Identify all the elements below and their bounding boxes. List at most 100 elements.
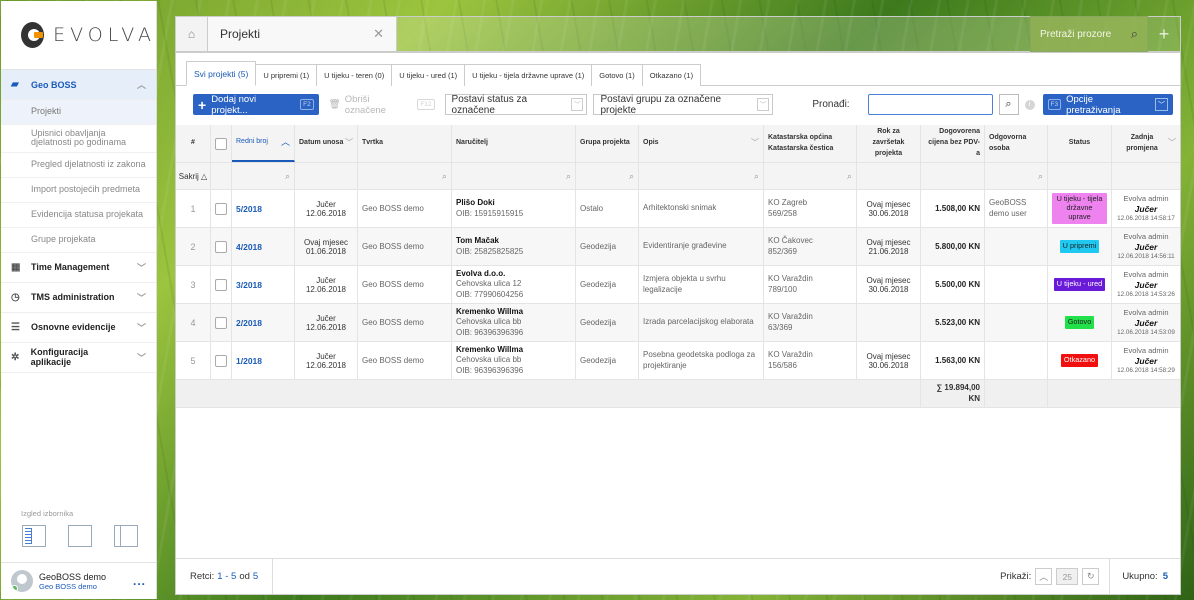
- row-desc: Posebna geodetska podloga za projektiran…: [639, 342, 764, 379]
- filter-ref[interactable]: ⌕: [232, 163, 295, 189]
- layout-compact-button[interactable]: [68, 525, 92, 547]
- row-checkbox[interactable]: [215, 202, 227, 215]
- set-status-select[interactable]: Postavi status za označene ﹀: [444, 94, 588, 116]
- tab-svi-projekti[interactable]: Svi projekti (5): [186, 61, 257, 86]
- nav-time-management[interactable]: ▦ Time Management ﹀: [1, 253, 156, 283]
- tab-u-tijeku-tijela[interactable]: U tijeku - tijela državne uprave (1): [464, 64, 593, 86]
- nav-item-projekti[interactable]: Projekti: [1, 100, 156, 125]
- col-date[interactable]: Datum unosa ﹀: [295, 125, 358, 162]
- col-client[interactable]: Naručitelj: [452, 125, 576, 162]
- row-ref[interactable]: 4/2018: [232, 228, 295, 265]
- search-windows-field[interactable]: Pretraži prozore ⌕: [1030, 16, 1148, 52]
- add-project-button[interactable]: + Dodaj novi projekt... F2: [193, 94, 319, 116]
- search-icon: ⌕: [1037, 170, 1043, 181]
- filter-date[interactable]: [295, 163, 358, 189]
- row-ref[interactable]: 5/2018: [232, 190, 295, 227]
- filter-desc[interactable]: ⌕: [639, 163, 764, 189]
- row-number-text: 4: [190, 317, 196, 328]
- search-options-button[interactable]: F3 Opcije pretraživanja ﹀: [1042, 94, 1173, 116]
- row-ref[interactable]: 1/2018: [232, 342, 295, 379]
- deadline-relative: Ovaj mjesec: [866, 275, 911, 285]
- nav-geo-boss[interactable]: ▰ Geo BOSS ︿: [1, 70, 156, 100]
- filter-owner[interactable]: ⌕: [985, 163, 1048, 189]
- select-all-checkbox[interactable]: [215, 137, 227, 150]
- add-window-button[interactable]: +: [1148, 16, 1181, 52]
- close-icon[interactable]: ✕: [373, 26, 384, 42]
- info-icon[interactable]: i: [1024, 99, 1035, 110]
- changed-timestamp: 12.06.2018 14:58:17: [1117, 214, 1175, 222]
- row-group: Geodezija: [576, 342, 639, 379]
- avatar[interactable]: [11, 570, 33, 592]
- tab-u-tijeku-teren[interactable]: U tijeku - teren (0): [316, 64, 393, 86]
- tab-otkazano[interactable]: Otkazano (1): [641, 64, 702, 86]
- tab-gotovo[interactable]: Gotovo (1): [591, 64, 643, 86]
- col-desc[interactable]: Opis ﹀: [639, 125, 764, 162]
- filter-changed[interactable]: [1112, 163, 1180, 189]
- row-checkbox[interactable]: [215, 240, 227, 253]
- table-row[interactable]: 3 3/2018 Jučer 12.06.2018 Geo BOSS demo Evolv…: [176, 266, 1180, 304]
- row-changed: Evolva admin Jučer 12.06.2018 14:56:11: [1112, 228, 1180, 265]
- set-group-select[interactable]: Postavi grupu za označene projekte ﹀: [593, 94, 774, 116]
- col-status[interactable]: Status: [1048, 125, 1112, 162]
- filter-group[interactable]: ⌕: [576, 163, 639, 189]
- col-owner[interactable]: Odgovorna osoba: [985, 125, 1048, 162]
- page-size-input[interactable]: 25: [1056, 568, 1079, 585]
- hide-filter-toggle[interactable]: Sakrij △: [176, 163, 211, 189]
- client-name: Evolva d.o.o.: [456, 268, 506, 278]
- nav-item-grupe[interactable]: Grupe projekata: [1, 228, 156, 253]
- col-ref[interactable]: Redni broj ︿: [232, 125, 295, 162]
- ref-link[interactable]: 3/2018: [236, 280, 262, 290]
- filter-firm[interactable]: ⌕: [358, 163, 452, 189]
- table-row[interactable]: 1 5/2018 Jučer 12.06.2018 Geo BOSS demo Plišo…: [176, 190, 1180, 228]
- row-checkbox[interactable]: [215, 278, 227, 291]
- row-ref[interactable]: 2/2018: [232, 304, 295, 341]
- tab-u-pripremi[interactable]: U pripremi (1): [255, 64, 318, 86]
- col-deadline[interactable]: Rok za završetak projekta: [857, 125, 921, 162]
- table-row[interactable]: 5 1/2018 Jučer 12.06.2018 Geo BOSS demo Kreme…: [176, 342, 1180, 380]
- ref-link[interactable]: 4/2018: [236, 242, 262, 252]
- col-desc-label: Opis: [643, 139, 659, 147]
- nav-osnovne-evidencije[interactable]: ☰ Osnovne evidencije ﹀: [1, 313, 156, 343]
- row-checkbox[interactable]: [215, 316, 227, 329]
- layout-full-button[interactable]: [22, 525, 46, 547]
- search-icon[interactable]: ⌕: [1131, 26, 1138, 42]
- layout-hidden-button[interactable]: [114, 525, 138, 547]
- col-num: #: [176, 125, 211, 162]
- col-firm[interactable]: Tvrtka: [358, 125, 452, 162]
- user-menu-button[interactable]: ...: [133, 574, 146, 588]
- col-group[interactable]: Grupa projekta: [576, 125, 639, 162]
- delete-selected-button[interactable]: 🗑 Obriši označene F12: [325, 94, 439, 116]
- page-up-button[interactable]: ︿: [1035, 568, 1053, 585]
- refresh-button[interactable]: ↻: [1082, 568, 1100, 585]
- table-row[interactable]: 4 2/2018 Jučer 12.06.2018 Geo BOSS demo Kreme…: [176, 304, 1180, 342]
- user-org[interactable]: Geo BOSS demo: [39, 582, 106, 591]
- nav-item-evidencija[interactable]: Evidencija statusa projekata: [1, 203, 156, 228]
- filter-cadastre[interactable]: ⌕: [764, 163, 857, 189]
- ref-link[interactable]: 5/2018: [236, 204, 262, 214]
- nav-item-upisnici[interactable]: Upisnici obavljanja djelatnosti po godin…: [1, 125, 156, 153]
- nav-item-import[interactable]: Import postojećih predmeta: [1, 178, 156, 203]
- row-checkbox[interactable]: [215, 354, 227, 367]
- home-button[interactable]: ⌂: [175, 16, 208, 52]
- filter-price[interactable]: [921, 163, 985, 189]
- table-row[interactable]: 2 4/2018 Ovaj mjesec 01.06.2018 Geo BOSS dem…: [176, 228, 1180, 266]
- window-tab-projekti[interactable]: Projekti ✕: [208, 16, 397, 52]
- ref-link[interactable]: 2/2018: [236, 318, 262, 328]
- nav-item-pregled[interactable]: Pregled djelatnosti iz zakona: [1, 153, 156, 178]
- nav-konfiguracija[interactable]: ✲ Konfiguracija aplikacije ﹀: [1, 343, 156, 373]
- date-absolute: 12.06.2018: [305, 322, 347, 332]
- col-cadastre[interactable]: Katastarska općina Katastarska čestica: [764, 125, 857, 162]
- row-ref[interactable]: 3/2018: [232, 266, 295, 303]
- col-changed[interactable]: Zadnja promjena ﹀: [1112, 125, 1180, 162]
- filter-status[interactable]: [1048, 163, 1112, 189]
- find-button[interactable]: ⌕: [998, 94, 1019, 115]
- find-input[interactable]: [867, 94, 993, 115]
- col-price[interactable]: Dogovorena cijena bez PDV-a: [921, 125, 985, 162]
- ref-link[interactable]: 1/2018: [236, 356, 262, 366]
- filter-deadline[interactable]: [857, 163, 921, 189]
- nav-tms-administration[interactable]: ◷ TMS administration ﹀: [1, 283, 156, 313]
- tab-u-tijeku-ured[interactable]: U tijeku - ured (1): [391, 64, 466, 86]
- filter-client[interactable]: ⌕: [452, 163, 576, 189]
- changed-user: Evolva admin: [1123, 270, 1169, 280]
- logo[interactable]: EVOLVA: [1, 1, 156, 69]
